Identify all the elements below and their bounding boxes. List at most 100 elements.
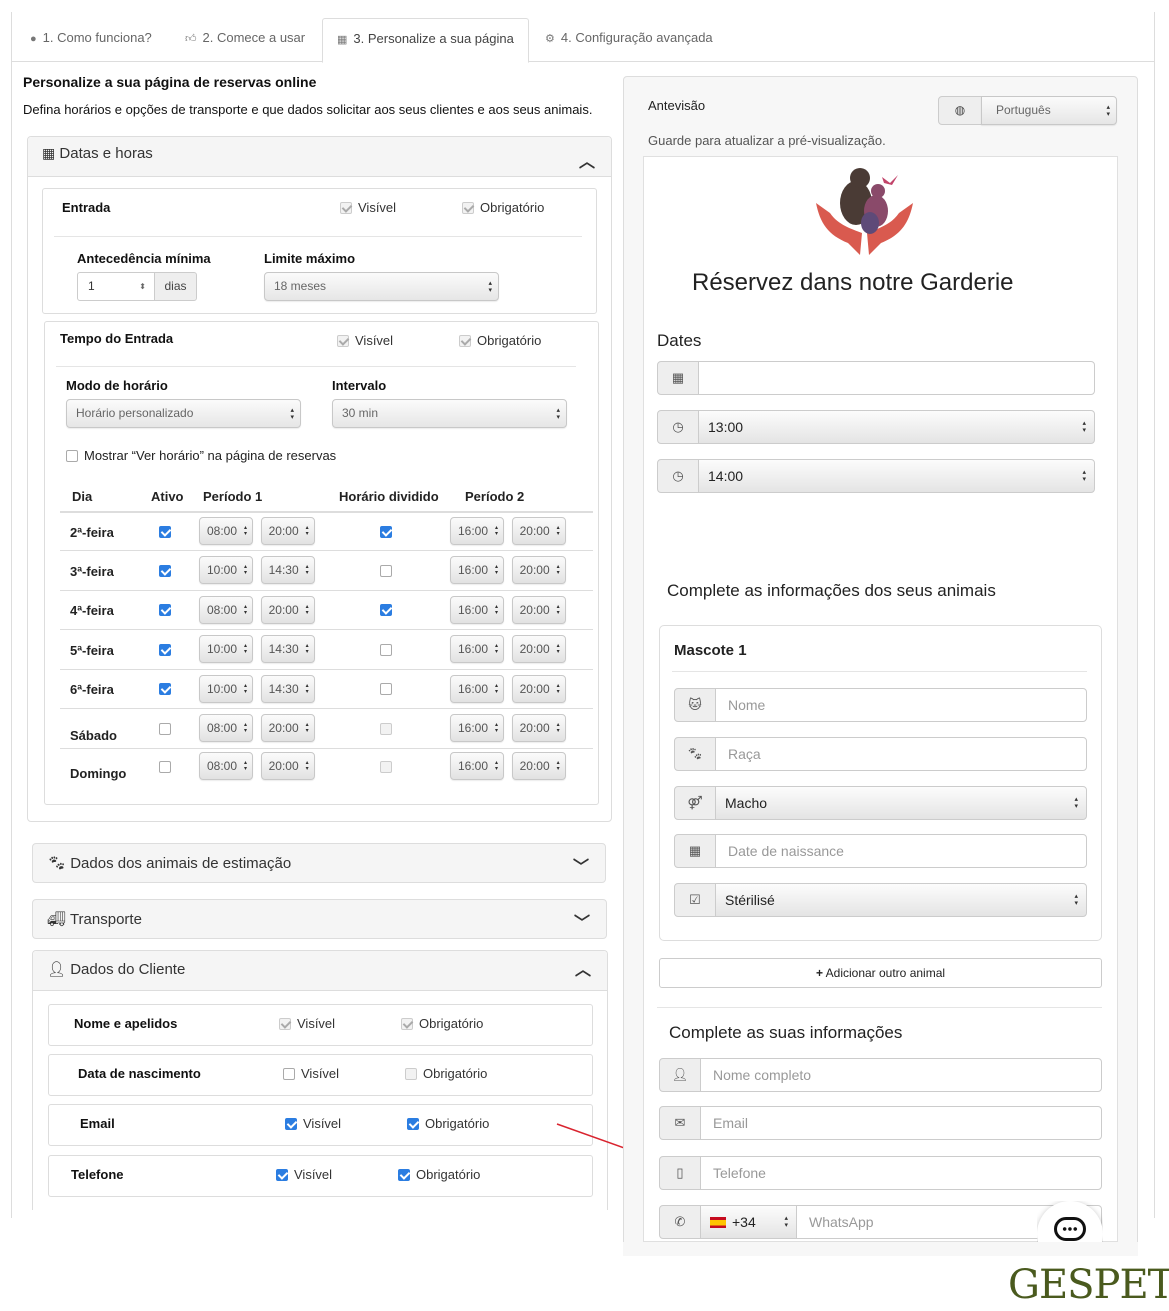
preview-label: Antevisão <box>648 98 706 113</box>
animais-panel-header[interactable]: 🐾︎ Dados dos animais de estimação ﹀ <box>32 843 606 883</box>
preview-full-name-input[interactable]: Nome completo <box>700 1058 1102 1092</box>
globe-icon: ◍ <box>938 96 982 125</box>
tempo-label: Tempo do Entrada <box>60 331 174 346</box>
tab-configuracao-avancada[interactable]: ⚙ 4. Configuração avançada <box>531 18 727 62</box>
time-select[interactable]: 08:00 <box>199 714 253 742</box>
client-field-visible-checkbox[interactable]: Visível <box>285 1116 341 1131</box>
schedule-row: 3ª-feira 10:00 14:30 16:00 20:00 <box>60 549 593 590</box>
split-checkbox[interactable] <box>380 683 392 695</box>
entrada-visible-checkbox[interactable]: Visível <box>340 200 396 215</box>
time-select[interactable]: 08:00 <box>199 595 253 624</box>
client-field-visible-checkbox[interactable]: Visível <box>279 1016 335 1031</box>
tab-comece-a-usar[interactable]: 👍︎ 2. Comece a usar <box>171 18 319 62</box>
tab-bar: ● 1. Como funciona? 👍︎ 2. Comece a usar ▦ 3… <box>11 12 1154 63</box>
mostrar-horario-checkbox[interactable]: Mostrar “Ver horário” na página de reser… <box>66 448 336 463</box>
active-checkbox[interactable] <box>159 722 171 735</box>
time-select[interactable]: 20:00 <box>260 752 315 781</box>
limite-select[interactable]: 18 meses <box>264 272 499 301</box>
day-label: Sábado <box>60 707 137 748</box>
stepper-icon[interactable]: ⬍ <box>139 273 146 300</box>
language-select[interactable]: Português <box>981 96 1117 125</box>
pet-care-logo <box>816 168 913 255</box>
time-select[interactable]: 20:00 <box>511 714 566 742</box>
schedule-row: 5ª-feira 10:00 14:30 16:00 20:00 <box>60 628 593 669</box>
time-select[interactable]: 20:00 <box>511 517 566 546</box>
time-select[interactable]: 20:00 <box>511 595 566 624</box>
time-select[interactable]: 16:00 <box>450 556 504 584</box>
antecedencia-input[interactable]: 1 ⬍ <box>77 272 155 301</box>
split-checkbox[interactable] <box>380 604 392 616</box>
time-select[interactable]: 08:00 <box>199 752 253 781</box>
add-animal-button[interactable]: + Adicionar outro animal <box>659 958 1102 988</box>
clock-icon: ◷ <box>657 410 699 444</box>
client-field-required-checkbox[interactable]: Obrigatório <box>407 1116 489 1131</box>
time-select[interactable]: 20:00 <box>260 595 315 624</box>
time-select[interactable]: 20:00 <box>511 674 566 703</box>
user-icon: 👤︎ <box>47 961 67 978</box>
active-checkbox[interactable] <box>159 604 171 616</box>
time-select[interactable]: 16:00 <box>450 674 504 703</box>
schedule-row: 4ª-feira08:00 20:0016:00 20:00 <box>60 589 593 629</box>
preview-time-start-select[interactable]: 13:00 <box>698 410 1095 444</box>
preview-pet-sterilized-select[interactable]: Stérilisé <box>715 883 1087 917</box>
preview-pet-name-input[interactable]: Nome <box>715 688 1087 722</box>
preview-pet-breed-input[interactable]: Raça <box>715 737 1087 771</box>
time-select[interactable]: 20:00 <box>260 517 315 546</box>
split-checkbox[interactable] <box>380 760 392 773</box>
preview-email-input[interactable]: Email <box>700 1106 1102 1140</box>
client-field-visible-checkbox[interactable]: Visível <box>276 1167 332 1182</box>
client-field-required-checkbox[interactable]: Obrigatório <box>405 1066 487 1081</box>
time-select[interactable]: 16:00 <box>450 517 504 546</box>
preview-email-group: ✉ Email <box>659 1106 1102 1140</box>
client-field-required-checkbox[interactable]: Obrigatório <box>401 1016 483 1031</box>
preview-time-end-select[interactable]: 14:00 <box>698 459 1095 493</box>
time-select[interactable]: 10:00 <box>199 635 253 663</box>
split-checkbox[interactable] <box>380 722 392 735</box>
preview-date-input[interactable] <box>698 361 1095 395</box>
phone-code-select[interactable]: +34 <box>700 1205 797 1239</box>
time-select[interactable]: 10:00 <box>199 556 253 584</box>
time-select[interactable]: 20:00 <box>511 752 566 781</box>
modo-select[interactable]: Horário personalizado <box>66 399 301 428</box>
active-checkbox[interactable] <box>159 564 171 577</box>
preview-pet-sex-select[interactable]: Macho <box>715 786 1087 820</box>
tab-personalize[interactable]: ▦ 3. Personalize a sua página <box>322 18 529 63</box>
tab-como-funciona[interactable]: ● 1. Como funciona? <box>16 18 166 62</box>
active-checkbox[interactable] <box>159 760 171 773</box>
time-select[interactable]: 16:00 <box>450 714 504 742</box>
entrada-required-checkbox[interactable]: Obrigatório <box>462 200 544 215</box>
split-checkbox[interactable] <box>380 643 392 656</box>
col-periodo-1: Período 1 <box>193 482 329 513</box>
time-select[interactable]: 14:30 <box>260 556 315 584</box>
time-select[interactable]: 16:00 <box>450 595 504 624</box>
active-checkbox[interactable] <box>159 683 171 695</box>
time-select[interactable]: 14:30 <box>260 674 315 703</box>
time-select[interactable]: 10:00 <box>199 674 253 703</box>
active-checkbox[interactable] <box>159 643 171 656</box>
divider <box>54 236 582 237</box>
time-select[interactable]: 20:00 <box>511 556 566 584</box>
time-select[interactable]: 16:00 <box>450 752 504 781</box>
gender-icon: ⚤ <box>674 786 716 820</box>
time-select[interactable]: 14:30 <box>260 635 315 663</box>
chat-widget-button[interactable] <box>1037 1201 1103 1243</box>
active-checkbox[interactable] <box>159 525 171 538</box>
dates-panel-header[interactable]: ▦ Datas e horas ︿ <box>28 137 611 177</box>
tempo-visible-checkbox[interactable]: Visível <box>337 333 393 348</box>
preview-phone-input[interactable]: Telefone <box>700 1156 1102 1190</box>
time-select[interactable]: 20:00 <box>511 635 566 663</box>
tempo-required-checkbox[interactable]: Obrigatório <box>459 333 541 348</box>
time-select[interactable]: 20:00 <box>260 714 315 742</box>
cliente-panel-header[interactable]: 👤︎ Dados do Cliente ︿ <box>33 951 607 991</box>
transporte-panel-header[interactable]: 🚚︎ Transporte ﹀ <box>32 899 607 939</box>
time-select[interactable]: 08:00 <box>199 517 253 546</box>
preview-pet-birth-input[interactable]: Date de naissance <box>715 834 1087 868</box>
client-field-required-checkbox[interactable]: Obrigatório <box>398 1167 480 1182</box>
client-field-visible-checkbox[interactable]: Visível <box>283 1066 339 1081</box>
split-checkbox[interactable] <box>380 564 392 577</box>
dias-addon: dias <box>154 272 197 301</box>
time-select[interactable]: 16:00 <box>450 635 504 663</box>
intervalo-select[interactable]: 30 min <box>332 399 567 428</box>
gespet-brand-logo: GESPET <box>1008 1262 1169 1308</box>
split-checkbox[interactable] <box>380 525 392 538</box>
